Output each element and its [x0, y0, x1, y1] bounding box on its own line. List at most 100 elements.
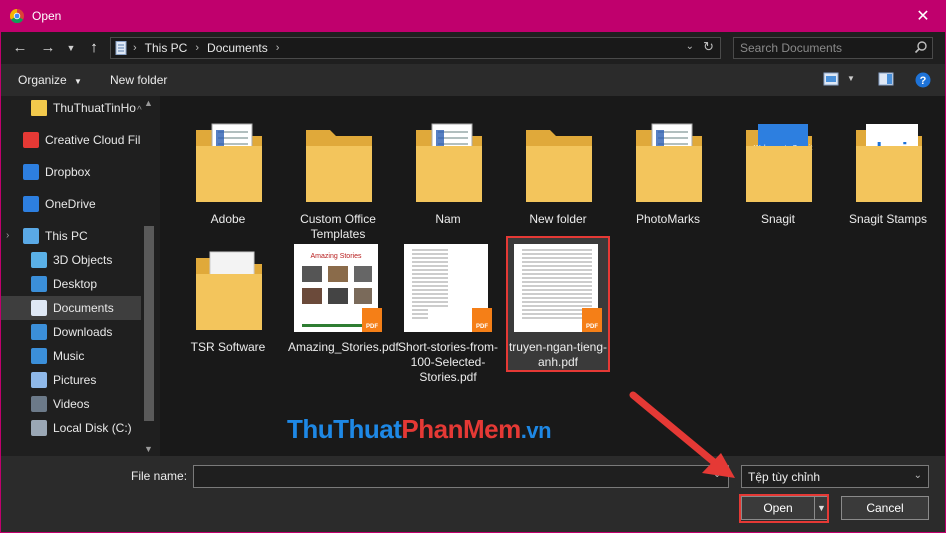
documents-icon — [31, 300, 47, 316]
folder-item[interactable]: PhotoMarks — [618, 110, 718, 227]
nav-item-label: OneDrive — [45, 197, 96, 211]
help-icon[interactable]: ? — [915, 72, 931, 88]
forward-button[interactable]: → — [39, 39, 57, 57]
computer-icon — [23, 228, 39, 244]
folder-item[interactable]: Welcome to Snagit Snagit — [728, 110, 828, 227]
chevron-down-icon: ▼ — [74, 77, 82, 86]
item-label: Amazing_Stories.pdf — [288, 340, 399, 354]
item-label: Snagit Stamps — [848, 212, 928, 226]
folder-icon: hai — [838, 110, 938, 210]
folder-item[interactable]: TSR Software — [178, 238, 278, 355]
nav-item-label: 3D Objects — [53, 253, 113, 267]
pdf-thumbnail-icon: PDF — [508, 238, 608, 338]
cancel-button[interactable]: Cancel — [841, 496, 929, 520]
folder-item[interactable]: Custom Office Templates — [288, 110, 388, 242]
breadcrumb-this-pc[interactable]: This PC — [145, 41, 188, 55]
file-name-input[interactable] — [193, 465, 729, 488]
3d-objects-icon — [31, 252, 47, 268]
file-item[interactable]: PDF Short-stories-from-100-Selected-Stori… — [398, 238, 498, 385]
nav-item-downloads[interactable]: Downloads — [1, 320, 141, 344]
folder-item[interactable]: Nam — [398, 110, 498, 227]
item-label: Nam — [435, 212, 461, 226]
nav-item-dropbox[interactable]: Dropbox — [1, 160, 141, 184]
nav-item-onedrive[interactable]: OneDrive — [1, 192, 141, 216]
foxit-pdf-icon: PDF — [582, 308, 602, 332]
search-icon[interactable] — [914, 40, 928, 54]
watermark-part: Thu — [287, 414, 334, 444]
up-button[interactable]: ↑ — [85, 39, 103, 57]
nav-item-videos[interactable]: Videos — [1, 392, 141, 416]
dropbox-icon — [23, 164, 39, 180]
organize-button[interactable]: Organize ▼ — [18, 73, 82, 87]
nav-item-label: Desktop — [53, 277, 98, 291]
file-type-select[interactable]: Tệp tùy chỉnh ⌄ — [741, 465, 929, 488]
nav-item-pictures[interactable]: Pictures — [1, 368, 141, 392]
nav-item-3d-objects[interactable]: 3D Objects — [1, 248, 141, 272]
address-history-chevron-icon[interactable]: ⌄ — [686, 41, 694, 52]
drive-icon — [31, 420, 47, 436]
scroll-down-icon[interactable]: ▼ — [144, 444, 153, 454]
watermark-part: Mem — [463, 414, 521, 444]
title-bar: Open ✕ — [0, 0, 946, 32]
pictures-icon — [31, 372, 47, 388]
expand-chevron-icon[interactable]: › — [6, 230, 9, 241]
nav-item-creative-cloud-fil[interactable]: Creative Cloud Fil — [1, 128, 141, 152]
organize-label: Organize — [18, 73, 67, 87]
downloads-icon — [31, 324, 47, 340]
item-label: Snagit — [760, 212, 796, 226]
cancel-button-label: Cancel — [866, 501, 904, 515]
refresh-icon[interactable]: ↻ — [703, 39, 714, 55]
recent-locations-button[interactable]: ▼ — [65, 39, 77, 57]
navigation-scrollbar[interactable]: ▲ ▼ — [142, 96, 156, 456]
address-row: ← → ▼ ↑ › This PC › Documents › ⌄ ↻ — [1, 32, 945, 64]
nav-item-documents[interactable]: Documents — [1, 296, 141, 320]
item-label: Short-stories-from-100-Selected-Stories.… — [398, 340, 499, 384]
dialog-footer: File name: ⌄ Tệp tùy chỉnh ⌄ Open ▼ Canc… — [1, 456, 945, 532]
item-label: truyen-ngan-tieng-anh.pdf — [508, 340, 608, 369]
scroll-up-icon[interactable]: ▲ — [144, 98, 153, 108]
scrollbar-thumb[interactable] — [144, 226, 154, 421]
view-options-icon[interactable] — [823, 72, 839, 86]
nav-item-label: Videos — [53, 397, 90, 411]
nav-item-music[interactable]: Music — [1, 344, 141, 368]
item-label: PhotoMarks — [635, 212, 701, 226]
preview-pane-icon[interactable] — [878, 72, 894, 86]
folder-icon: Welcome to Snagit — [728, 110, 828, 210]
foxit-pdf-icon: PDF — [472, 308, 492, 332]
onedrive-icon — [23, 196, 39, 212]
folder-icon — [178, 110, 278, 210]
file-item[interactable]: Amazing Stories PDF Amazing_Stories.pdf — [288, 238, 399, 355]
folder-item[interactable]: hai Snagit Stamps — [838, 110, 938, 227]
search-box[interactable] — [733, 37, 933, 59]
view-options-chevron-icon[interactable]: ▼ — [847, 74, 855, 83]
search-input[interactable] — [740, 40, 900, 56]
nav-item-label: This PC — [45, 229, 88, 243]
item-label: Adobe — [210, 212, 246, 226]
nav-item-label: Music — [53, 349, 85, 363]
nav-item-label: ThuThuatTinHo — [53, 101, 136, 115]
file-name-history-chevron-icon[interactable]: ⌄ — [713, 469, 721, 480]
item-label: TSR Software — [190, 340, 266, 354]
file-item[interactable]: PDF truyen-ngan-tieng-anh.pdf — [506, 236, 610, 372]
breadcrumb-separator-icon: › — [195, 42, 200, 54]
watermark-part: Thuat — [333, 414, 402, 444]
folder-item[interactable]: New folder — [508, 110, 608, 227]
nav-item-thuthuattinho[interactable]: ThuThuatTinHo — [1, 96, 141, 120]
item-label: New folder — [529, 212, 587, 226]
close-button[interactable]: ✕ — [900, 0, 946, 32]
expand-chevron-icon[interactable]: ^ — [137, 105, 142, 116]
nav-item-this-pc[interactable]: This PC — [1, 224, 141, 248]
new-folder-button[interactable]: New folder — [110, 73, 167, 87]
address-bar[interactable]: › This PC › Documents › ⌄ ↻ — [110, 37, 721, 59]
breadcrumb-documents[interactable]: Documents — [207, 41, 268, 55]
nav-item-desktop[interactable]: Desktop — [1, 272, 141, 296]
nav-item-local-disk-c[interactable]: Local Disk (C:) — [1, 416, 141, 440]
folder-item[interactable]: Adobe — [178, 110, 278, 227]
nav-item-label: Documents — [53, 301, 114, 315]
folder-icon — [288, 110, 388, 210]
back-button[interactable]: ← — [11, 39, 29, 57]
open-button-highlight — [739, 494, 829, 523]
chevron-down-icon: ⌄ — [913, 470, 922, 481]
breadcrumb-separator-icon: › — [133, 42, 137, 54]
folder-icon — [618, 110, 718, 210]
